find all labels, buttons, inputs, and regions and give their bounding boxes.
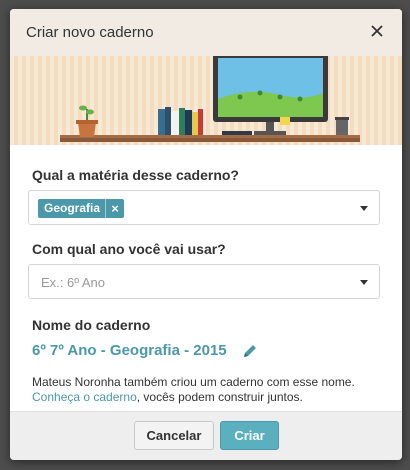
info-message: Mateus Noronha também criou um caderno c… [32,375,382,405]
view-notebook-link[interactable]: Conheça o caderno [32,390,137,404]
edit-name-button[interactable] [242,343,258,364]
pencil-icon [244,345,256,357]
subject-tag-label: Geografia [44,201,101,215]
info-line-1: Mateus Noronha também criou um caderno c… [32,375,355,389]
subject-label: Qual a matéria desse caderno? [32,167,239,183]
chevron-down-icon [360,206,368,211]
modal-footer: Cancelar Criar [10,411,402,460]
cancel-button[interactable]: Cancelar [134,421,214,450]
modal-title: Criar novo caderno [26,24,154,41]
notebook-name-value[interactable]: 6º 7º Ano - Geografia - 2015 [32,342,227,359]
create-button[interactable]: Criar [220,421,279,450]
chevron-down-icon [360,280,368,285]
remove-tag-button[interactable]: × [105,199,124,218]
year-label: Com qual ano você vai usar? [32,241,226,257]
subject-tag: Geografia × [38,199,125,218]
create-notebook-modal: Criar novo caderno Qual a matéria desse … [10,9,402,460]
close-button[interactable] [370,24,386,40]
subject-select[interactable]: Geografia × [28,190,380,225]
close-icon [371,25,383,37]
year-select[interactable]: Ex.: 6º Ano [28,264,380,299]
year-placeholder: Ex.: 6º Ano [41,275,106,290]
info-line-2: , vocês podem construir juntos. [136,390,303,404]
notebook-name-label: Nome do caderno [32,317,151,333]
modal-header: Criar novo caderno [10,9,402,56]
